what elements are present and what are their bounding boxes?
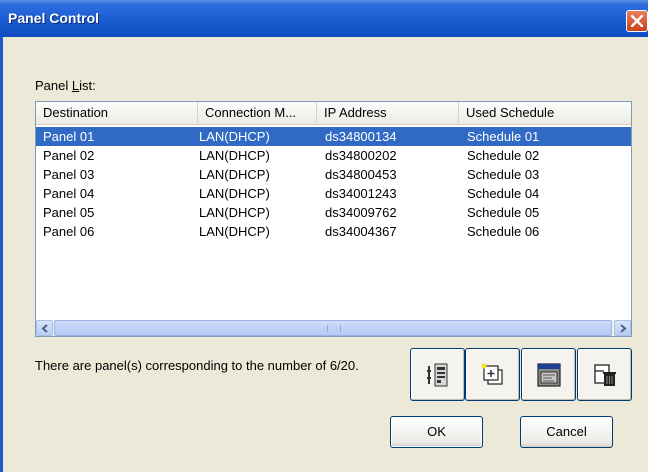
panel-count-status: There are panel(s) corresponding to the … <box>35 358 359 373</box>
chevron-right-icon <box>620 324 627 333</box>
column-header-used-schedule[interactable]: Used Schedule <box>459 102 631 123</box>
title-bar[interactable]: Panel Control <box>0 0 648 37</box>
cell-connection-method: LAN(DHCP) <box>199 129 270 144</box>
scrollbar-thumb[interactable] <box>54 320 612 336</box>
window-title: Panel Control <box>8 10 100 26</box>
cell-ip-address: ds34004367 <box>325 224 397 239</box>
cell-used-schedule: Schedule 04 <box>467 186 540 201</box>
cell-used-schedule: Schedule 03 <box>467 167 540 182</box>
label-text: Panel <box>35 78 72 93</box>
cell-used-schedule: Schedule 06 <box>467 224 540 239</box>
horizontal-scrollbar[interactable] <box>36 320 631 336</box>
cell-connection-method: LAN(DHCP) <box>199 167 270 182</box>
panel-list[interactable]: Destination Connection M... IP Address U… <box>35 101 632 337</box>
cell-destination: Panel 06 <box>43 224 95 239</box>
cell-ip-address: ds34800134 <box>325 129 397 144</box>
column-header-destination[interactable]: Destination <box>36 102 198 123</box>
panel-list-label: Panel List: <box>35 78 96 93</box>
cell-ip-address: ds34009762 <box>325 205 397 220</box>
cell-destination: Panel 04 <box>43 186 95 201</box>
panel-settings-button[interactable] <box>410 348 465 401</box>
panel-control-dialog: Panel Control Panel List: Destination Co… <box>0 0 648 472</box>
cell-used-schedule: Schedule 05 <box>467 205 540 220</box>
chevron-left-icon <box>41 324 48 333</box>
table-row[interactable]: Panel 04 LAN(DHCP) ds34001243 Schedule 04 <box>36 184 631 203</box>
table-row[interactable]: Panel 06 LAN(DHCP) ds34004367 Schedule 06 <box>36 222 631 241</box>
table-row[interactable]: Panel 02 LAN(DHCP) ds34800202 Schedule 02 <box>36 146 631 165</box>
list-rows: Panel 01 LAN(DHCP) ds34800134 Schedule 01 Pa… <box>36 127 631 241</box>
close-button[interactable] <box>626 10 648 32</box>
cell-connection-method: LAN(DHCP) <box>199 148 270 163</box>
cell-ip-address: ds34800453 <box>325 167 397 182</box>
column-header-connection-method[interactable]: Connection M... <box>198 102 317 123</box>
close-icon <box>631 15 643 27</box>
list-header: Destination Connection M... IP Address U… <box>36 102 631 125</box>
scroll-right-button[interactable] <box>614 320 631 336</box>
cell-ip-address: ds34800202 <box>325 148 397 163</box>
delete-panel-icon <box>594 364 616 386</box>
panel-display-button[interactable] <box>521 348 576 401</box>
ok-button[interactable]: OK <box>390 416 483 448</box>
cell-connection-method: LAN(DHCP) <box>199 224 270 239</box>
cell-connection-method: LAN(DHCP) <box>199 186 270 201</box>
add-panel-icon <box>481 363 503 385</box>
cell-ip-address: ds34001243 <box>325 186 397 201</box>
add-panel-button[interactable] <box>465 348 520 401</box>
cell-destination: Panel 03 <box>43 167 95 182</box>
table-row[interactable]: Panel 01 LAN(DHCP) ds34800134 Schedule 01 <box>36 127 631 146</box>
cell-destination: Panel 02 <box>43 148 95 163</box>
panel-settings-icon <box>427 363 448 387</box>
panel-display-icon <box>537 363 561 387</box>
cell-used-schedule: Schedule 02 <box>467 148 540 163</box>
table-row[interactable]: Panel 03 LAN(DHCP) ds34800453 Schedule 03 <box>36 165 631 184</box>
window-edge <box>0 37 3 472</box>
scrollbar-grip <box>327 325 341 332</box>
scroll-left-button[interactable] <box>36 320 53 336</box>
table-row[interactable]: Panel 05 LAN(DHCP) ds34009762 Schedule 05 <box>36 203 631 222</box>
cell-destination: Panel 05 <box>43 205 95 220</box>
delete-panel-button[interactable] <box>577 348 632 401</box>
cell-connection-method: LAN(DHCP) <box>199 205 270 220</box>
cell-destination: Panel 01 <box>43 129 95 144</box>
cancel-button[interactable]: Cancel <box>520 416 613 448</box>
label-text: ist: <box>79 78 96 93</box>
column-header-ip-address[interactable]: IP Address <box>317 102 459 123</box>
cell-used-schedule: Schedule 01 <box>467 129 540 144</box>
